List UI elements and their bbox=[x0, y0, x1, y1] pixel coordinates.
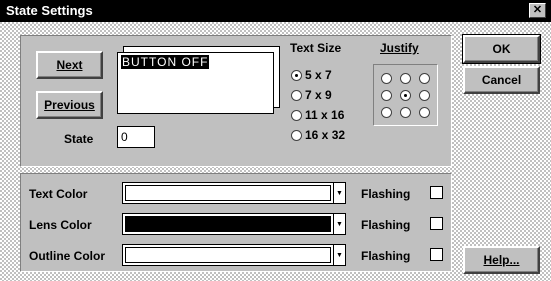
ok-button[interactable]: OK bbox=[462, 34, 541, 64]
state-input[interactable]: 0 bbox=[117, 126, 155, 148]
justify-bottom-left[interactable] bbox=[381, 107, 392, 118]
text-size-option-16x32[interactable]: 16 x 32 bbox=[291, 128, 381, 144]
text-color-dropdown[interactable]: ▼ bbox=[122, 182, 346, 204]
lens-color-label: Lens Color bbox=[29, 218, 92, 232]
justify-middle-right[interactable] bbox=[419, 90, 430, 101]
preview-text: BUTTON OFF bbox=[121, 55, 210, 69]
chevron-down-icon[interactable]: ▼ bbox=[333, 183, 345, 203]
radio-icon bbox=[291, 110, 302, 121]
text-size-option-label: 7 x 9 bbox=[305, 88, 332, 102]
text-color-label: Text Color bbox=[29, 187, 88, 201]
lens-color-flashing-label: Flashing bbox=[361, 218, 411, 232]
outline-color-flashing-checkbox[interactable] bbox=[430, 248, 443, 261]
state-value: 0 bbox=[121, 130, 128, 144]
lens-color-flashing-checkbox[interactable] bbox=[430, 217, 443, 230]
next-button-label: Next bbox=[56, 58, 83, 72]
text-color-flashing-label: Flashing bbox=[361, 187, 411, 201]
ok-button-label: OK bbox=[492, 42, 511, 56]
text-size-label: Text Size bbox=[290, 41, 342, 55]
justify-bottom-center[interactable] bbox=[400, 107, 411, 118]
text-size-option-label: 5 x 7 bbox=[305, 68, 332, 82]
chevron-down-icon[interactable]: ▼ bbox=[333, 245, 345, 265]
state-label: State bbox=[64, 132, 94, 146]
radio-icon bbox=[291, 70, 302, 81]
text-color-flashing-checkbox[interactable] bbox=[430, 186, 443, 199]
outline-color-dropdown[interactable]: ▼ bbox=[122, 244, 346, 266]
justify-top-right[interactable] bbox=[419, 73, 430, 84]
help-button[interactable]: Help... bbox=[463, 246, 540, 274]
lens-color-swatch bbox=[125, 216, 331, 232]
previous-button-label: Previous bbox=[44, 98, 95, 112]
lens-color-dropdown[interactable]: ▼ bbox=[122, 213, 346, 235]
outline-color-flashing-label: Flashing bbox=[361, 249, 411, 263]
text-size-option-11x16[interactable]: 11 x 16 bbox=[291, 108, 381, 124]
cancel-button-label: Cancel bbox=[481, 73, 522, 87]
text-color-swatch bbox=[125, 185, 331, 201]
chevron-down-icon[interactable]: ▼ bbox=[333, 214, 345, 234]
justify-label: Justify bbox=[380, 41, 419, 55]
title-bar[interactable]: State Settings ✕ bbox=[0, 0, 551, 22]
preview-box: BUTTON OFF bbox=[117, 52, 274, 114]
justify-bottom-right[interactable] bbox=[419, 107, 430, 118]
outline-color-label: Outline Color bbox=[29, 249, 105, 263]
window-title: State Settings bbox=[6, 3, 93, 18]
radio-icon bbox=[291, 130, 302, 141]
justify-top-left[interactable] bbox=[381, 73, 392, 84]
state-panel: Next Previous BUTTON OFF State 0 Text Si… bbox=[20, 35, 452, 167]
cancel-button[interactable]: Cancel bbox=[463, 66, 540, 94]
justify-grid bbox=[373, 64, 438, 126]
next-button[interactable]: Next bbox=[36, 51, 103, 79]
previous-button[interactable]: Previous bbox=[36, 91, 103, 119]
help-button-label: Help... bbox=[483, 253, 520, 267]
text-size-option-5x7[interactable]: 5 x 7 bbox=[291, 68, 381, 84]
justify-middle-center[interactable] bbox=[400, 90, 411, 101]
text-size-option-label: 16 x 32 bbox=[305, 128, 346, 142]
color-panel: Text Color ▼ Flashing Lens Color ▼ Flash… bbox=[20, 173, 452, 272]
justify-middle-left[interactable] bbox=[381, 90, 392, 101]
outline-color-swatch bbox=[125, 247, 331, 263]
radio-icon bbox=[291, 90, 302, 101]
close-icon[interactable]: ✕ bbox=[529, 3, 546, 18]
justify-top-center[interactable] bbox=[400, 73, 411, 84]
text-size-option-7x9[interactable]: 7 x 9 bbox=[291, 88, 381, 104]
text-size-option-label: 11 x 16 bbox=[305, 108, 345, 122]
